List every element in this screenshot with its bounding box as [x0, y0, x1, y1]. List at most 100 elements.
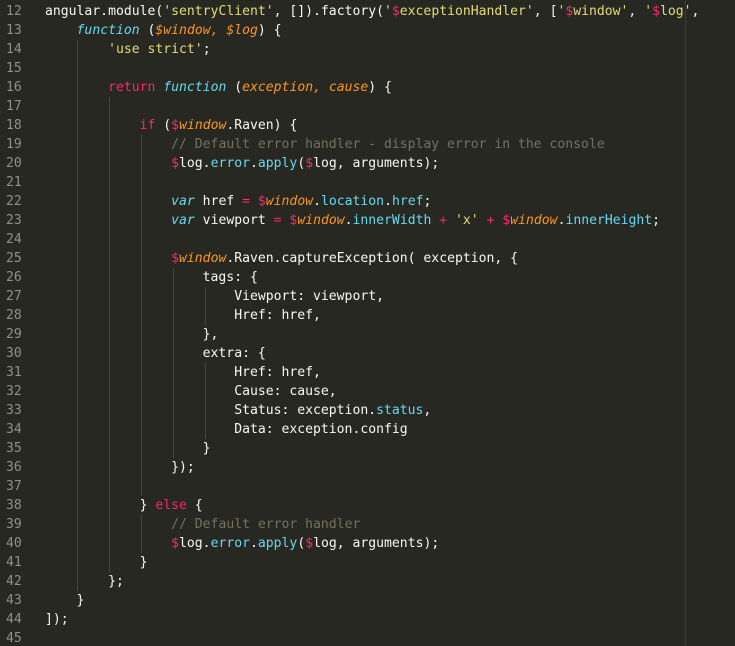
code-line[interactable]: // Default error handler - display error… [45, 135, 605, 154]
code-line[interactable]: var viewport = $window.innerWidth + 'x' … [45, 211, 660, 230]
code-token: ]); [45, 612, 69, 627]
code-line[interactable]: Href: href, [45, 306, 321, 325]
code-line[interactable]: } [45, 439, 211, 458]
code-token: 'sentryClient' [163, 4, 274, 19]
code-line[interactable]: } [45, 591, 85, 610]
code-line[interactable]: var href = $window.location.href; [45, 192, 431, 211]
code-token: } [45, 498, 156, 513]
line-number: 33 [6, 403, 22, 418]
code-line[interactable]: }); [45, 458, 195, 477]
line-number: 13 [6, 23, 22, 38]
code-token: window [179, 118, 227, 133]
code-line[interactable]: $log.error.apply($log, arguments); [45, 154, 439, 173]
line-number: 16 [6, 80, 22, 95]
line-number: 19 [6, 137, 22, 152]
code-line[interactable]: } else { [45, 496, 203, 515]
code-token: window [179, 251, 227, 266]
code-line[interactable]: tags: { [45, 268, 258, 287]
line-number: 14 [6, 42, 22, 57]
code-token: $ [257, 194, 266, 209]
line-number: 22 [6, 194, 22, 209]
code-line[interactable]: Href: href, [45, 363, 321, 382]
code-token: var [171, 213, 195, 228]
code-token: Data: exception.config [45, 422, 408, 437]
code-token: $ [171, 118, 180, 133]
code-line[interactable]: angular.module('sentryClient', []).facto… [45, 2, 699, 21]
code-token: 'x' [455, 213, 479, 228]
code-token: }); [45, 460, 195, 475]
code-token: ' [644, 4, 653, 19]
line-number: 36 [6, 460, 22, 475]
code-line[interactable]: $window.Raven.captureException( exceptio… [45, 249, 518, 268]
code-token: Viewport: viewport, [45, 289, 384, 304]
code-token: .Raven.captureException( exception, { [226, 251, 519, 266]
code-line[interactable]: // Default error handler [45, 515, 360, 534]
code-token: status [376, 403, 424, 418]
line-number: 41 [6, 555, 22, 570]
code-token: Href: href, [45, 365, 321, 380]
code-line[interactable]: }, [45, 325, 219, 344]
code-token: .Raven) { [226, 118, 298, 133]
code-token: if [139, 118, 156, 133]
code-line[interactable]: extra: { [45, 344, 266, 363]
code-token: } [45, 555, 148, 570]
code-line[interactable]: function ($window, $log) { [45, 21, 282, 40]
code-token: 'use strict' [108, 42, 203, 57]
code-token: ( [155, 118, 172, 133]
line-number: 15 [6, 61, 22, 76]
code-token: ) { [368, 80, 392, 95]
code-token: ) { [257, 23, 282, 38]
line-number: 27 [6, 289, 22, 304]
code-line[interactable]: Status: exception.status, [45, 401, 431, 420]
code-token: extra: { [45, 346, 266, 361]
code-line[interactable]: if ($window.Raven) { [45, 116, 298, 135]
code-token: // Default error handler [171, 517, 361, 532]
line-number: 40 [6, 536, 22, 551]
code-line[interactable]: 'use strict'; [45, 40, 211, 59]
line-number: 29 [6, 327, 22, 342]
line-number: 12 [6, 4, 22, 19]
code-token: window [510, 213, 558, 228]
code-token: window [265, 194, 314, 209]
code-token: , []).factory( [273, 4, 384, 19]
line-number: 24 [6, 232, 22, 247]
code-editor[interactable]: 12 13 14 15 16 17 18 19 20 21 22 23 24 25 26 27 28 29 30 31… [0, 0, 735, 646]
code-token: tags: { [45, 270, 258, 285]
code-line[interactable]: }; [45, 572, 124, 591]
code-token: $ [391, 4, 400, 19]
code-line[interactable]: } [45, 553, 148, 572]
code-token: ; [202, 42, 211, 57]
code-token: log' [659, 4, 692, 19]
code-token: . [384, 194, 392, 209]
code-token: ' [384, 4, 392, 19]
line-number: 37 [6, 479, 22, 494]
code-token: }, [45, 327, 219, 342]
code-line[interactable]: ]); [45, 610, 69, 629]
code-line[interactable]: Cause: cause, [45, 382, 337, 401]
code-token: Status: exception. [45, 403, 377, 418]
code-line[interactable]: return function (exception, cause) { [45, 78, 392, 97]
code-token: ( [139, 23, 156, 38]
code-token: log, arguments); [313, 536, 440, 551]
code-token: apply [257, 536, 298, 551]
code-token: apply [257, 156, 298, 171]
code-line[interactable]: $log.error.apply($log, arguments); [45, 534, 439, 553]
code-line[interactable]: Data: exception.config [45, 420, 408, 439]
code-token: { [186, 498, 203, 513]
code-line[interactable]: Viewport: viewport, [45, 287, 384, 306]
code-token: location [320, 194, 385, 209]
line-number: 28 [6, 308, 22, 323]
line-number: 20 [6, 156, 22, 171]
code-token: var [171, 194, 195, 209]
code-token: href [194, 194, 243, 209]
code-token: log. [179, 156, 211, 171]
code-token: log, arguments); [313, 156, 440, 171]
line-number: 32 [6, 384, 22, 399]
